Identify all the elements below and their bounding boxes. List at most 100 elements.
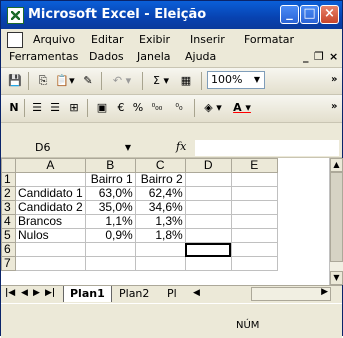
cell-d6-selected[interactable]: [184, 242, 232, 257]
merge-center-icon[interactable]: ⊞: [65, 98, 83, 118]
menu-ajuda[interactable]: Ajuda: [185, 50, 216, 63]
cell-d2[interactable]: [184, 186, 232, 201]
row-header[interactable]: 5: [1, 228, 16, 243]
maximize-button[interactable]: □: [300, 5, 319, 24]
cell-a5[interactable]: Nulos: [15, 228, 86, 243]
cell-b4[interactable]: 1,1%: [84, 214, 136, 229]
cell-d5[interactable]: [184, 228, 232, 243]
copy-icon[interactable]: ⎘: [35, 71, 51, 91]
doc-restore-button[interactable]: ❐: [314, 50, 324, 63]
cell-c3[interactable]: 34,6%: [134, 200, 186, 215]
cell-b6[interactable]: [84, 242, 136, 257]
select-all-corner[interactable]: [1, 158, 16, 173]
format-painter-icon[interactable]: ✎: [80, 71, 96, 91]
scroll-up-icon[interactable]: ▲: [330, 158, 343, 172]
chart-wizard-icon[interactable]: ▦: [176, 71, 196, 91]
last-sheet-icon[interactable]: ▶|: [45, 288, 55, 298]
name-box[interactable]: D6 ▼: [23, 140, 131, 156]
cell-c6[interactable]: [134, 242, 186, 257]
cell-e7[interactable]: [230, 256, 278, 271]
cell-e3[interactable]: [230, 200, 278, 215]
row-header[interactable]: 7: [1, 256, 16, 271]
save-icon[interactable]: 💾: [7, 71, 23, 91]
decrease-decimal-icon[interactable]: ⁰₀: [169, 98, 189, 118]
cell-a1[interactable]: [15, 172, 86, 187]
menu-dados[interactable]: Dados: [89, 50, 124, 63]
scroll-down-icon[interactable]: ▼: [330, 271, 343, 285]
cell-c4[interactable]: 1,3%: [134, 214, 186, 229]
tab-plan3[interactable]: Pl: [161, 286, 183, 302]
cell-b3[interactable]: 35,0%: [84, 200, 136, 215]
menu-ferramentas[interactable]: Ferramentas: [9, 50, 78, 63]
row-header[interactable]: 2: [1, 186, 16, 201]
menu-arquivo[interactable]: Arquivo: [33, 33, 75, 46]
cell-a3[interactable]: Candidato 2: [15, 200, 86, 215]
row-header[interactable]: 3: [1, 200, 16, 215]
next-sheet-icon[interactable]: ▶: [33, 288, 40, 298]
cell-c1[interactable]: Bairro 2: [134, 172, 186, 187]
cell-a7[interactable]: [15, 256, 86, 271]
cell-d3[interactable]: [184, 200, 232, 215]
menu-editar[interactable]: Editar: [91, 33, 124, 46]
cell-e6[interactable]: [230, 242, 278, 257]
cell-e1[interactable]: [230, 172, 278, 187]
cell-a6[interactable]: [15, 242, 86, 257]
cell-b5[interactable]: 0,9%: [84, 228, 136, 243]
column-header-a[interactable]: A: [15, 158, 86, 173]
column-header-d[interactable]: D: [184, 158, 232, 173]
column-header-e[interactable]: E: [230, 158, 278, 173]
font-color-icon[interactable]: A ▾: [229, 98, 255, 118]
scroll-right-icon[interactable]: ▶: [321, 287, 328, 297]
column-header-c[interactable]: C: [134, 158, 186, 173]
cell-d4[interactable]: [184, 214, 232, 229]
cell-e2[interactable]: [230, 186, 278, 201]
zoom-select[interactable]: 100% ▼: [207, 71, 265, 89]
undo-icon[interactable]: ↶ ▾: [107, 71, 137, 91]
minimize-button[interactable]: _: [280, 5, 299, 24]
chevron-down-icon[interactable]: ▼: [254, 72, 260, 88]
first-sheet-icon[interactable]: |◀: [5, 288, 15, 298]
align-right-icon[interactable]: ☰: [47, 98, 63, 118]
cell-d7[interactable]: [184, 256, 232, 271]
fill-color-icon[interactable]: ◈ ▾: [200, 98, 226, 118]
scroll-thumb[interactable]: [330, 172, 343, 262]
cell-e5[interactable]: [230, 228, 278, 243]
row-header[interactable]: 1: [1, 172, 16, 187]
cell-c7[interactable]: [134, 256, 186, 271]
percent-icon[interactable]: %: [131, 98, 145, 118]
column-header-b[interactable]: B: [84, 158, 136, 173]
doc-minimize-button[interactable]: _: [303, 50, 309, 63]
menu-janela[interactable]: Janela: [137, 50, 171, 63]
cell-b7[interactable]: [84, 256, 136, 271]
title-bar[interactable]: Microsoft Excel - Eleição _ □ ×: [1, 1, 342, 29]
increase-decimal-icon[interactable]: ⁰₀₀: [147, 98, 167, 118]
horizontal-scrollbar[interactable]: ▶: [251, 287, 331, 301]
vertical-scrollbar[interactable]: ▲ ▼: [329, 158, 343, 285]
tab-plan2[interactable]: Plan2: [113, 286, 155, 302]
tab-plan1[interactable]: Plan1: [63, 286, 112, 302]
euro-icon[interactable]: €: [113, 98, 129, 118]
prev-sheet-icon[interactable]: ◀: [21, 288, 28, 298]
cell-a4[interactable]: Brancos: [15, 214, 86, 229]
menu-exibir[interactable]: Exibir: [139, 33, 170, 46]
cell-a2[interactable]: Candidato 1: [15, 186, 86, 201]
menu-inserir[interactable]: Inserir: [190, 33, 225, 46]
autosum-icon[interactable]: Σ ▾: [148, 71, 174, 91]
workbook-icon[interactable]: [7, 32, 23, 48]
menu-formatar[interactable]: Formatar: [244, 33, 294, 46]
cell-c5[interactable]: 1,8%: [134, 228, 186, 243]
paste-icon[interactable]: 📋▾: [53, 71, 77, 91]
tab-scroll-left-icon[interactable]: ◀: [193, 288, 200, 298]
cell-b2[interactable]: 63,0%: [84, 186, 136, 201]
doc-close-button[interactable]: ×: [329, 50, 338, 63]
close-button[interactable]: ×: [320, 5, 339, 24]
row-header[interactable]: 6: [1, 242, 16, 257]
cell-d1[interactable]: [184, 172, 232, 187]
row-header[interactable]: 4: [1, 214, 16, 229]
cell-e4[interactable]: [230, 214, 278, 229]
currency-icon[interactable]: ▣: [93, 98, 111, 118]
toolbar-options-icon[interactable]: »: [331, 74, 337, 85]
fx-icon[interactable]: fx: [176, 140, 186, 153]
cell-b1[interactable]: Bairro 1: [84, 172, 136, 187]
align-center-icon[interactable]: ☰: [29, 98, 45, 118]
